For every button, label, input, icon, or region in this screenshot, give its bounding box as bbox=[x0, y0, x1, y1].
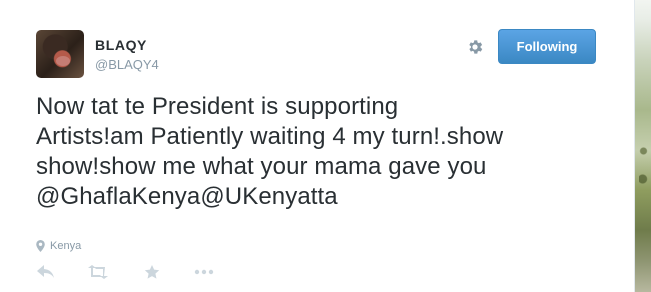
reply-icon[interactable] bbox=[36, 262, 56, 282]
tweet-line: Artists!am Patiently waiting 4 my turn!.… bbox=[36, 123, 504, 150]
background-photo-edge bbox=[634, 0, 651, 292]
location-label: Kenya bbox=[50, 240, 82, 252]
tweet-line: show!show me what your mama gave you bbox=[36, 153, 487, 180]
gear-icon-glyph bbox=[469, 40, 483, 54]
more-icon-glyph bbox=[194, 269, 214, 275]
tweet-line-mentions[interactable]: @GhaflaKenya@UKenyatta bbox=[36, 182, 596, 212]
tweet-line: Now tat te President is supporting bbox=[36, 93, 399, 120]
star-icon-glyph bbox=[144, 265, 160, 279]
tweet-location[interactable]: Kenya bbox=[36, 240, 81, 252]
retweet-icon-glyph bbox=[88, 265, 108, 279]
tweet-actions bbox=[36, 262, 214, 282]
tweet-card: BLAQY @BLAQY4 Following Now tat te Presi… bbox=[0, 0, 634, 292]
retweet-icon[interactable] bbox=[88, 262, 108, 282]
user-avatar[interactable] bbox=[36, 30, 84, 78]
more-icon[interactable] bbox=[194, 262, 214, 282]
location-pin-icon bbox=[36, 240, 45, 252]
tweet-text: Now tat te President is supporting Artis… bbox=[36, 92, 596, 212]
reply-icon-glyph bbox=[37, 265, 54, 278]
user-handle[interactable]: @BLAQY4 bbox=[95, 57, 159, 72]
star-icon[interactable] bbox=[142, 262, 162, 282]
following-button[interactable]: Following bbox=[498, 29, 596, 64]
user-display-name[interactable]: BLAQY bbox=[95, 37, 147, 53]
gear-icon[interactable] bbox=[465, 37, 485, 57]
